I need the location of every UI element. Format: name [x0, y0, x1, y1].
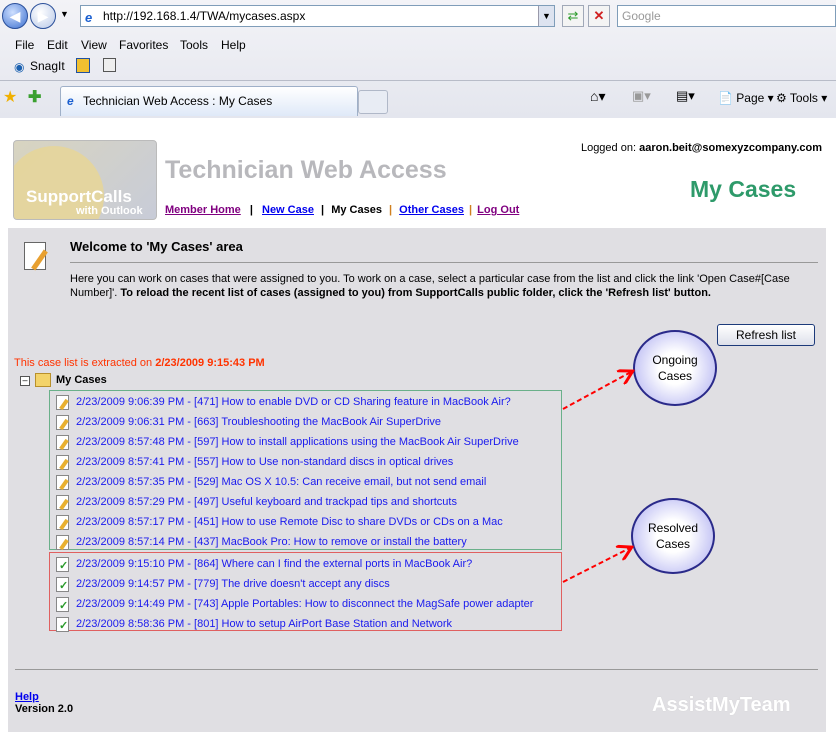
case-row[interactable]: 2/23/2009 9:06:39 PM - [471] How to enab…	[56, 392, 511, 412]
case-row[interactable]: 2/23/2009 8:57:14 PM - [437] MacBook Pro…	[56, 532, 467, 552]
case-edit-icon	[56, 414, 69, 430]
case-link[interactable]: 2/23/2009 9:14:57 PM - [779] The drive d…	[76, 578, 390, 590]
case-link[interactable]: 2/23/2009 8:57:35 PM - [529] Mac OS X 10…	[76, 476, 486, 488]
case-row[interactable]: 2/23/2009 8:57:29 PM - [497] Useful keyb…	[56, 492, 457, 512]
case-link[interactable]: 2/23/2009 9:06:31 PM - [663] Troubleshoo…	[76, 416, 441, 428]
case-link[interactable]: 2/23/2009 8:57:48 PM - [597] How to inst…	[76, 436, 519, 448]
case-row[interactable]: 2/23/2009 8:57:17 PM - [451] How to use …	[56, 512, 503, 532]
case-edit-icon	[56, 474, 69, 490]
case-link[interactable]: 2/23/2009 8:57:17 PM - [451] How to use …	[76, 516, 503, 528]
version-text: Version 2.0	[15, 703, 74, 715]
case-resolved-icon	[56, 576, 69, 592]
case-row[interactable]: 2/23/2009 9:15:10 PM - [864] Where can I…	[56, 554, 472, 574]
arrow-to-resolved	[562, 548, 630, 583]
case-row[interactable]: 2/23/2009 9:14:49 PM - [743] Apple Porta…	[56, 594, 533, 614]
resolved-cases-list: 2/23/2009 9:15:10 PM - [864] Where can I…	[49, 552, 562, 634]
arrow-to-ongoing	[562, 372, 631, 410]
case-edit-icon	[56, 514, 69, 530]
extract-time: 2/23/2009 9:15:43 PM	[155, 357, 265, 369]
case-row[interactable]: 2/23/2009 9:14:57 PM - [779] The drive d…	[56, 574, 390, 594]
folder-icon	[35, 373, 51, 387]
divider	[15, 669, 818, 670]
collapse-toggle[interactable]: –	[20, 376, 30, 386]
case-edit-icon	[56, 534, 69, 550]
case-row[interactable]: 2/23/2009 8:57:35 PM - [529] Mac OS X 10…	[56, 472, 486, 492]
case-link[interactable]: 2/23/2009 8:57:41 PM - [557] How to Use …	[76, 456, 453, 468]
case-link[interactable]: 2/23/2009 9:06:39 PM - [471] How to enab…	[76, 396, 511, 408]
case-edit-icon	[56, 434, 69, 450]
tree-root-my-cases[interactable]: My Cases	[56, 374, 107, 386]
case-resolved-icon	[56, 596, 69, 612]
help-link[interactable]: Help	[15, 691, 39, 703]
case-link[interactable]: 2/23/2009 8:58:36 PM - [801] How to setu…	[76, 618, 452, 630]
case-row[interactable]: 2/23/2009 8:58:36 PM - [801] How to setu…	[56, 614, 452, 634]
assistmyteam-logo: AssistMyTeam	[652, 694, 791, 716]
case-resolved-icon	[56, 616, 69, 632]
case-link[interactable]: 2/23/2009 9:14:49 PM - [743] Apple Porta…	[76, 598, 533, 610]
case-row[interactable]: 2/23/2009 8:57:48 PM - [597] How to inst…	[56, 432, 519, 452]
case-edit-icon	[56, 454, 69, 470]
case-edit-icon	[56, 394, 69, 410]
case-row[interactable]: 2/23/2009 9:06:31 PM - [663] Troubleshoo…	[56, 412, 441, 432]
case-resolved-icon	[56, 556, 69, 572]
case-link[interactable]: 2/23/2009 8:57:14 PM - [437] MacBook Pro…	[76, 536, 467, 548]
ongoing-cases-list: 2/23/2009 9:06:39 PM - [471] How to enab…	[49, 390, 562, 550]
case-link[interactable]: 2/23/2009 9:15:10 PM - [864] Where can I…	[76, 558, 472, 570]
case-link[interactable]: 2/23/2009 8:57:29 PM - [497] Useful keyb…	[76, 496, 457, 508]
case-edit-icon	[56, 494, 69, 510]
case-row[interactable]: 2/23/2009 8:57:41 PM - [557] How to Use …	[56, 452, 453, 472]
extract-info: This case list is extracted on 2/23/2009…	[14, 357, 265, 369]
extract-label: This case list is extracted on	[14, 357, 153, 369]
